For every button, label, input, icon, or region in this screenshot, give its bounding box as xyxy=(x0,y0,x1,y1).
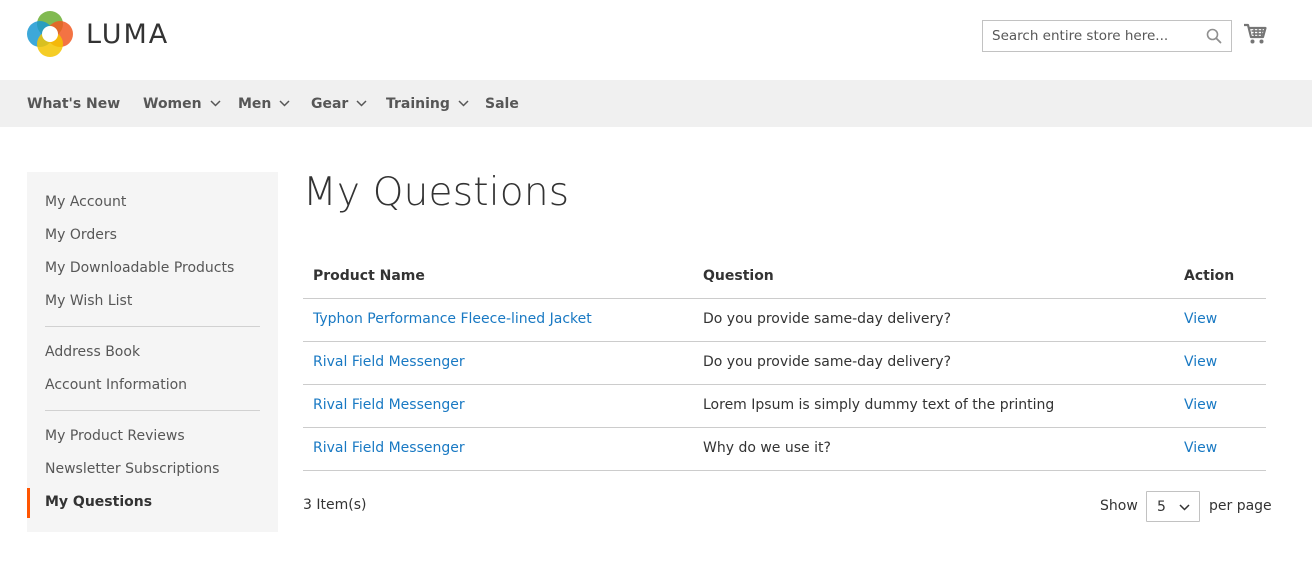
per-page-select[interactable]: 5 xyxy=(1146,491,1200,522)
table-row: Rival Field Messenger Why do we use it? … xyxy=(303,428,1266,471)
active-indicator xyxy=(27,488,30,518)
brand-name: LUMA xyxy=(86,18,170,50)
nav-item-gear[interactable]: Gear xyxy=(311,80,367,127)
sidebar-item-my-account[interactable]: My Account xyxy=(45,192,126,212)
per-page-label: per page xyxy=(1209,498,1272,514)
nav-item-label: Sale xyxy=(485,95,519,112)
sidebar-item-my-questions: My Questions xyxy=(45,494,153,510)
product-link[interactable]: Typhon Performance Fleece-lined Jacket xyxy=(313,311,592,327)
nav-item-label: Training xyxy=(386,95,450,112)
view-link[interactable]: View xyxy=(1184,311,1217,327)
nav-item-label: Women xyxy=(143,95,202,112)
question-text: Why do we use it? xyxy=(703,440,831,456)
luma-logo-icon xyxy=(27,11,73,57)
product-link[interactable]: Rival Field Messenger xyxy=(313,354,465,370)
account-sidebar: My Account My Orders My Downloadable Pro… xyxy=(27,172,278,532)
column-header-question: Question xyxy=(703,268,774,284)
table-row: Rival Field Messenger Lorem Ipsum is sim… xyxy=(303,385,1266,428)
search-input[interactable] xyxy=(983,21,1193,51)
chevron-down-icon xyxy=(1179,504,1190,511)
nav-item-label: Men xyxy=(238,95,272,112)
sidebar-item-newsletter-subscriptions[interactable]: Newsletter Subscriptions xyxy=(45,459,219,479)
table-row: Typhon Performance Fleece-lined Jacket D… xyxy=(303,299,1266,342)
nav-item-women[interactable]: Women xyxy=(143,80,221,127)
nav-item-label: Gear xyxy=(311,95,349,112)
sidebar-item-my-orders[interactable]: My Orders xyxy=(45,225,117,245)
chevron-down-icon xyxy=(279,100,290,107)
nav-item-whats-new[interactable]: What's New xyxy=(27,80,120,127)
store-logo[interactable]: LUMA xyxy=(27,11,169,57)
table-header: Product Name Question Action xyxy=(303,256,1266,299)
product-link[interactable]: Rival Field Messenger xyxy=(313,397,465,413)
sidebar-divider xyxy=(45,410,260,411)
view-link[interactable]: View xyxy=(1184,354,1217,370)
view-link[interactable]: View xyxy=(1184,397,1217,413)
search-icon[interactable] xyxy=(1206,28,1222,44)
questions-table: Product Name Question Action Typhon Perf… xyxy=(303,256,1266,471)
page-header: LUMA xyxy=(0,0,1312,80)
limiter-value: 5 xyxy=(1157,498,1166,515)
sidebar-item-product-reviews[interactable]: My Product Reviews xyxy=(45,426,185,446)
product-link[interactable]: Rival Field Messenger xyxy=(313,440,465,456)
nav-item-label: What's New xyxy=(27,95,121,112)
cart-icon[interactable] xyxy=(1243,23,1267,45)
chevron-down-icon xyxy=(356,100,367,107)
search-box xyxy=(982,20,1232,52)
nav-item-sale[interactable]: Sale xyxy=(485,80,519,127)
chevron-down-icon xyxy=(210,100,221,107)
question-text: Do you provide same-day delivery? xyxy=(703,311,952,327)
nav-item-training[interactable]: Training xyxy=(386,80,469,127)
question-text: Lorem Ipsum is simply dummy text of the … xyxy=(703,397,1055,413)
column-header-product-name: Product Name xyxy=(313,268,425,284)
table-row: Rival Field Messenger Do you provide sam… xyxy=(303,342,1266,385)
chevron-down-icon xyxy=(458,100,469,107)
question-text: Do you provide same-day delivery? xyxy=(703,354,952,370)
view-link[interactable]: View xyxy=(1184,440,1217,456)
sidebar-item-account-information[interactable]: Account Information xyxy=(45,375,187,395)
sidebar-item-downloadable-products[interactable]: My Downloadable Products xyxy=(45,258,234,278)
sidebar-item-address-book[interactable]: Address Book xyxy=(45,342,140,362)
main-navigation: What's New Women Men Gear Training Sale xyxy=(0,80,1312,127)
nav-item-men[interactable]: Men xyxy=(238,80,290,127)
column-header-action: Action xyxy=(1184,268,1235,284)
items-count: 3 Item(s) xyxy=(303,497,367,513)
page-title: My Questions xyxy=(303,170,570,215)
sidebar-item-wish-list[interactable]: My Wish List xyxy=(45,291,132,311)
sidebar-divider xyxy=(45,326,260,327)
limiter-label: Show xyxy=(1100,498,1138,514)
